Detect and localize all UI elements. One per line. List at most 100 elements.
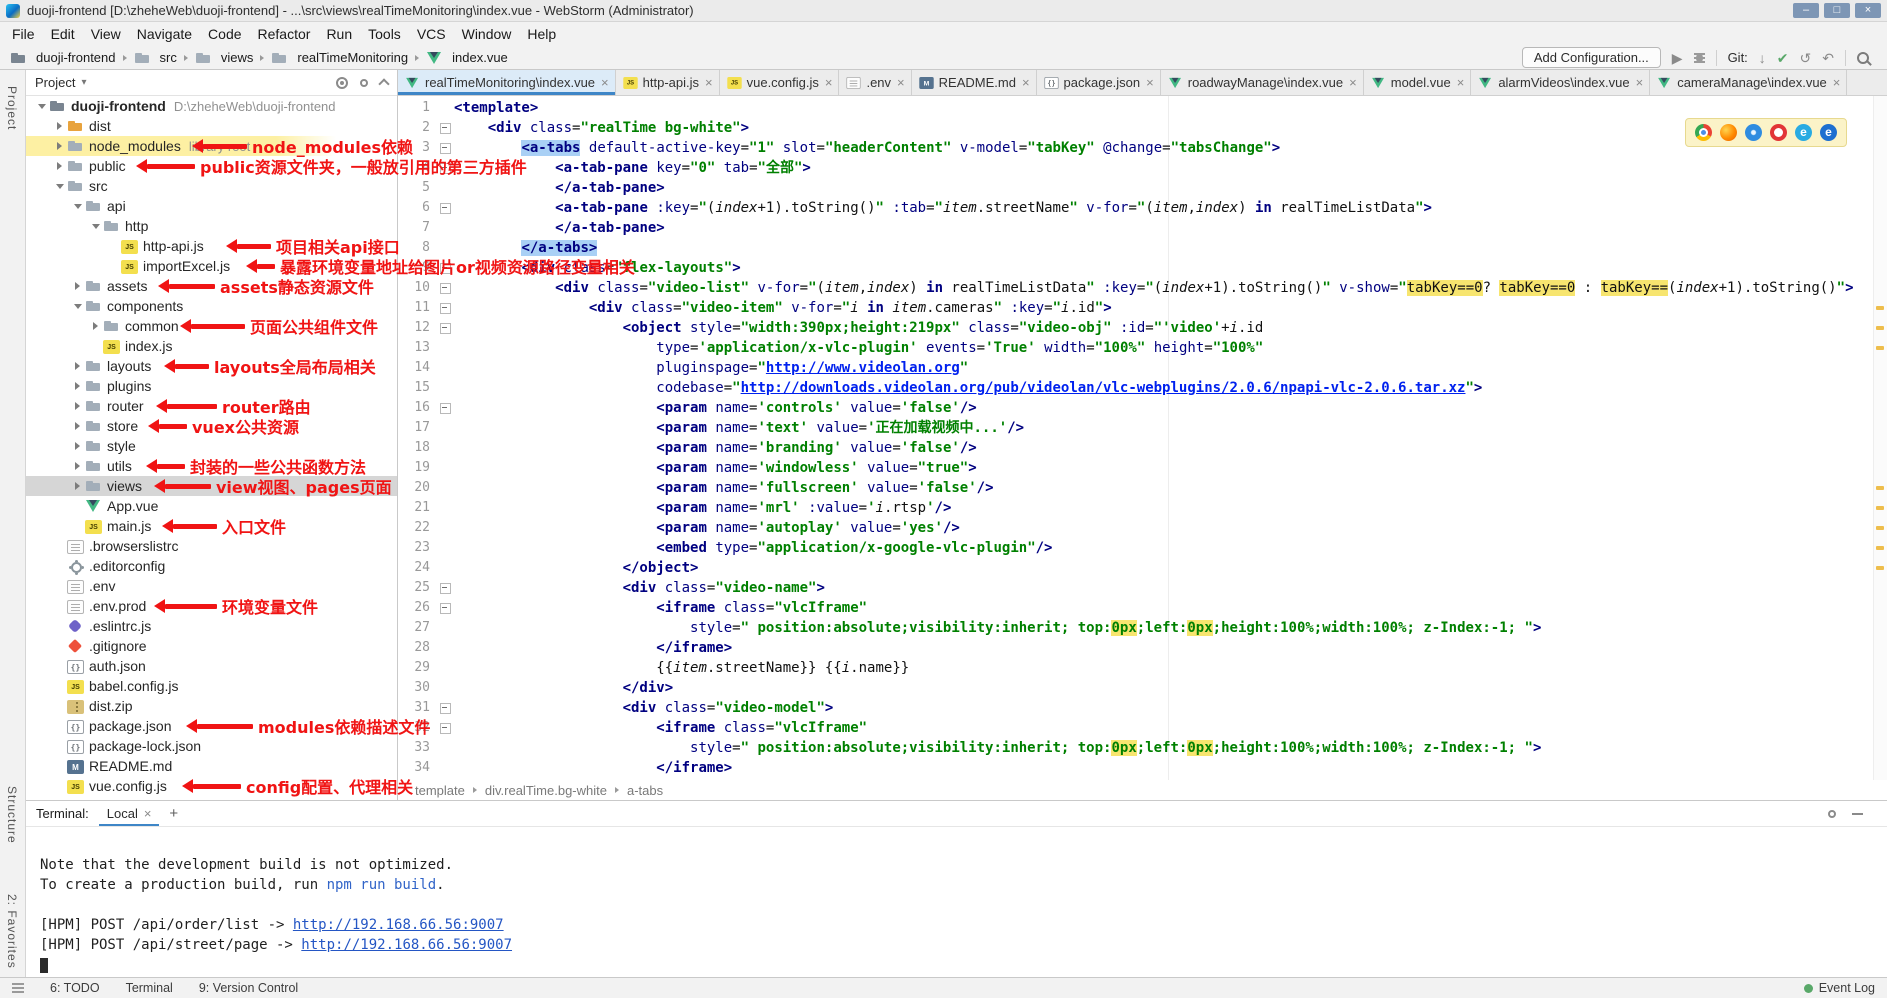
chevron-right-icon[interactable] <box>70 362 85 370</box>
chevron-right-icon[interactable] <box>70 282 85 290</box>
tree-item[interactable]: dist <box>26 116 397 136</box>
warning-stripe-icon[interactable] <box>1876 346 1884 350</box>
breadcrumb-item[interactable]: div.realTime.bg-white <box>482 783 610 798</box>
menu-item-window[interactable]: Window <box>454 24 520 44</box>
tree-item[interactable]: .browserslistrc <box>26 536 397 556</box>
tree-item[interactable]: api <box>26 196 397 216</box>
editor-tab[interactable]: http-api.js× <box>616 70 720 95</box>
chevron-right-icon[interactable] <box>52 162 67 170</box>
fold-icon[interactable] <box>436 578 454 598</box>
vcs-commit-button[interactable]: ✔ <box>1777 51 1789 65</box>
code-editor[interactable]: 1<template>2 <div class="realTime bg-whi… <box>398 96 1873 780</box>
tree-item[interactable]: store <box>26 416 397 436</box>
menu-item-tools[interactable]: Tools <box>360 24 409 44</box>
editor-tab[interactable]: cameraManage\index.vue× <box>1650 70 1847 95</box>
breadcrumb-item[interactable]: index.vue <box>424 50 510 66</box>
fold-icon[interactable] <box>436 158 454 178</box>
chevron-down-icon[interactable] <box>34 104 49 109</box>
warning-stripe-icon[interactable] <box>1876 326 1884 330</box>
close-button[interactable]: × <box>1855 3 1881 18</box>
gear-icon[interactable] <box>360 79 368 87</box>
editor-tab[interactable]: vue.config.js× <box>720 70 840 95</box>
editor-tab[interactable]: package.json× <box>1037 70 1161 95</box>
fold-icon[interactable] <box>436 318 454 338</box>
editor-tab[interactable]: model.vue× <box>1364 70 1472 95</box>
close-icon[interactable]: × <box>705 75 713 90</box>
tree-item[interactable]: http-api.js <box>26 236 397 256</box>
fold-icon[interactable] <box>436 398 454 418</box>
breadcrumb-item[interactable]: duoji-frontend <box>8 50 118 66</box>
close-icon[interactable]: × <box>601 75 609 90</box>
warning-stripe-icon[interactable] <box>1876 506 1884 510</box>
chevron-down-icon[interactable]: ▾ <box>81 77 86 88</box>
statusbar-item[interactable]: Terminal <box>126 981 173 995</box>
warning-stripe-icon[interactable] <box>1876 566 1884 570</box>
fold-icon[interactable] <box>436 698 454 718</box>
chevron-right-icon[interactable] <box>70 402 85 410</box>
tree-item[interactable]: package.json <box>26 716 397 736</box>
tree-item[interactable]: assets <box>26 276 397 296</box>
menu-item-file[interactable]: File <box>4 24 43 44</box>
tree-item[interactable]: dist.zip <box>26 696 397 716</box>
fold-icon[interactable] <box>436 298 454 318</box>
tree-item[interactable]: router <box>26 396 397 416</box>
tree-item[interactable]: App.vue <box>26 496 397 516</box>
chevron-right-icon[interactable] <box>70 442 85 450</box>
firefox-browser-icon[interactable] <box>1720 124 1737 141</box>
safari-browser-icon[interactable] <box>1745 124 1762 141</box>
warning-stripe-icon[interactable] <box>1876 546 1884 550</box>
add-configuration-button[interactable]: Add Configuration... <box>1522 47 1661 68</box>
menu-item-refactor[interactable]: Refactor <box>250 24 319 44</box>
close-icon[interactable]: × <box>144 806 152 821</box>
breadcrumb-item[interactable]: realTimeMonitoring <box>269 50 410 66</box>
close-icon[interactable]: × <box>1636 75 1644 90</box>
tree-item[interactable]: index.js <box>26 336 397 356</box>
run-button[interactable]: ▶ <box>1672 51 1683 65</box>
close-icon[interactable]: × <box>1349 75 1357 90</box>
vcs-update-button[interactable]: ↓ <box>1759 51 1766 65</box>
toolwindow-structure-button[interactable]: Structure <box>5 786 19 844</box>
opera-browser-icon[interactable] <box>1770 124 1787 141</box>
hide-panel-icon[interactable] <box>1852 813 1863 815</box>
tree-item[interactable]: node_moduleslibrary root <box>26 136 397 156</box>
breadcrumb-item[interactable]: views <box>193 50 256 66</box>
chevron-right-icon[interactable] <box>70 382 85 390</box>
fold-icon[interactable] <box>436 118 454 138</box>
editor-scrollbar[interactable] <box>1873 96 1887 780</box>
locate-file-icon[interactable] <box>336 77 348 89</box>
debug-button[interactable] <box>1694 51 1705 64</box>
warning-stripe-icon[interactable] <box>1876 486 1884 490</box>
fold-icon[interactable] <box>436 138 454 158</box>
menu-item-navigate[interactable]: Navigate <box>129 24 200 44</box>
breadcrumb-item[interactable]: template <box>412 783 468 798</box>
collapse-all-icon[interactable] <box>378 78 389 89</box>
fold-icon[interactable] <box>436 718 454 738</box>
chevron-right-icon[interactable] <box>52 142 67 150</box>
menu-item-help[interactable]: Help <box>519 24 564 44</box>
project-panel-title[interactable]: Project <box>35 75 75 90</box>
ie-browser-icon[interactable] <box>1795 124 1812 141</box>
tree-item[interactable]: style <box>26 436 397 456</box>
tree-item[interactable]: main.js <box>26 516 397 536</box>
editor-tab[interactable]: .env× <box>839 70 911 95</box>
tree-item[interactable]: babel.config.js <box>26 676 397 696</box>
close-icon[interactable]: × <box>1833 75 1841 90</box>
tree-item[interactable]: .gitignore <box>26 636 397 656</box>
edge-browser-icon[interactable] <box>1820 124 1837 141</box>
chevron-down-icon[interactable] <box>88 224 103 229</box>
maximize-button[interactable]: □ <box>1824 3 1850 18</box>
menu-item-run[interactable]: Run <box>318 24 360 44</box>
tree-item[interactable]: views <box>26 476 397 496</box>
tree-item[interactable]: importExcel.js <box>26 256 397 276</box>
toolwindow-toggle-icon[interactable] <box>12 983 24 993</box>
terminal-output[interactable]: Note that the development build is not o… <box>26 827 1887 975</box>
fold-icon[interactable] <box>436 598 454 618</box>
tree-item[interactable]: plugins <box>26 376 397 396</box>
vcs-history-button[interactable]: ↺ <box>1800 51 1812 65</box>
minimize-button[interactable]: – <box>1793 3 1819 18</box>
tree-item[interactable]: package-lock.json <box>26 736 397 756</box>
chevron-right-icon[interactable] <box>52 122 67 130</box>
new-terminal-button[interactable]: + <box>169 805 178 822</box>
editor-tab[interactable]: alarmVideos\index.vue× <box>1471 70 1650 95</box>
tree-item[interactable]: duoji-frontendD:\zheheWeb\duoji-frontend <box>26 96 397 116</box>
